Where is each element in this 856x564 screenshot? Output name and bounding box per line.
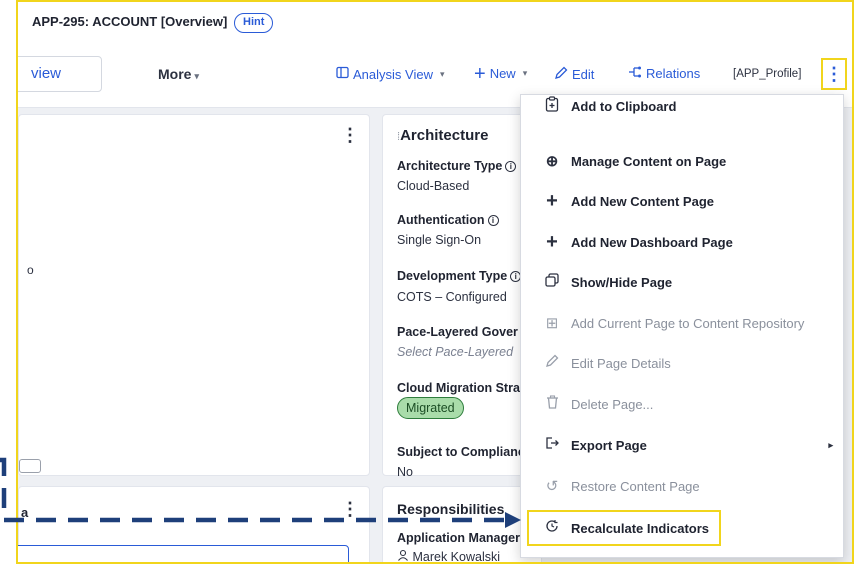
menu-item-label: Restore Content Page bbox=[571, 478, 700, 494]
edit-label: Edit bbox=[572, 67, 595, 82]
cloud-migration-label: Cloud Migration Stra bbox=[397, 381, 520, 395]
menu-item-edit-page-details: Edit Page Details bbox=[521, 346, 843, 380]
architecture-card: ⁞Architecture Architecture Type i Cloud-B… bbox=[382, 114, 542, 479]
more-actions-kebab-button[interactable]: ⋮ bbox=[821, 58, 847, 90]
circle-plus-icon: ⊕ bbox=[545, 153, 559, 170]
card-kebab-icon[interactable]: ⋮ bbox=[341, 125, 359, 146]
export-icon bbox=[543, 436, 561, 454]
relations-icon bbox=[628, 66, 642, 81]
annotation-dashed-arrow bbox=[0, 457, 521, 528]
relations-label: Relations bbox=[646, 66, 701, 81]
menu-item-label: Edit Page Details bbox=[571, 355, 671, 371]
development-type-value: COTS – Configured bbox=[397, 290, 507, 304]
tab-overview-label: view bbox=[31, 65, 62, 82]
migrated-status-badge: Migrated bbox=[397, 397, 464, 419]
recalculate-highlight-box bbox=[527, 510, 721, 546]
application-manager-label: Application Manager bbox=[397, 531, 520, 545]
profile-link[interactable]: [APP_Profile] bbox=[733, 68, 801, 80]
info-icon[interactable]: i bbox=[505, 161, 517, 172]
menu-item-label: Add Current Page to Content Repository bbox=[571, 315, 805, 331]
authentication-value: Single Sign-On bbox=[397, 233, 482, 247]
menu-item-label: Add to Clipboard bbox=[571, 98, 677, 114]
layers-icon bbox=[543, 273, 561, 291]
architecture-card-title: ⁞Architecture bbox=[397, 127, 489, 144]
more-label: More bbox=[158, 66, 192, 82]
relations-button[interactable]: Relations bbox=[628, 66, 700, 81]
square-plus-icon: ⊞ bbox=[545, 315, 559, 332]
menu-item-delete-page: Delete Page... bbox=[521, 387, 843, 421]
menu-item-restore-content-page: ↺ Restore Content Page bbox=[521, 469, 843, 503]
architecture-type-label: Architecture Type i bbox=[397, 159, 517, 173]
menu-item-show-hide-page[interactable]: Show/Hide Page bbox=[521, 265, 843, 299]
chevron-down-icon: ▾ bbox=[522, 68, 528, 78]
plus-icon: + bbox=[474, 62, 486, 85]
plus-icon: + bbox=[546, 189, 558, 212]
chevron-down-icon: ▾ bbox=[439, 68, 445, 79]
title-bar: APP-295: ACCOUNT [Overview] Hint bbox=[18, 2, 852, 42]
menu-item-add-dashboard-page[interactable]: + Add New Dashboard Page bbox=[521, 225, 843, 259]
pencil-icon bbox=[543, 354, 561, 372]
analysis-view-label: Analysis View bbox=[353, 66, 433, 82]
left-content-card: ⋮ o bbox=[18, 114, 370, 476]
new-button[interactable]: + New ▾ bbox=[474, 62, 528, 85]
menu-item-label: Manage Content on Page bbox=[571, 153, 727, 169]
menu-item-add-to-clipboard[interactable]: Add to Clipboard bbox=[521, 89, 843, 123]
menu-item-add-to-repository: ⊞ Add Current Page to Content Repository bbox=[521, 306, 843, 340]
page-actions-menu: Add to Clipboard ⊕ Manage Content on Pag… bbox=[520, 94, 844, 558]
menu-item-manage-content[interactable]: ⊕ Manage Content on Page bbox=[521, 144, 843, 178]
hint-button[interactable]: Hint bbox=[234, 13, 274, 33]
menu-item-export-page[interactable]: Export Page ▸ bbox=[521, 428, 843, 462]
menu-item-label: Show/Hide Page bbox=[571, 274, 673, 290]
chevron-down-icon: ▾ bbox=[194, 71, 199, 81]
page-title: APP-295: ACCOUNT [Overview] bbox=[32, 14, 228, 29]
authentication-label: Authentication i bbox=[397, 213, 499, 227]
analysis-view-button[interactable]: Analysis View ▾ bbox=[336, 66, 445, 82]
menu-item-label: Add New Dashboard Page bbox=[571, 234, 733, 250]
left-card-text-fragment: o bbox=[27, 263, 34, 277]
panel-icon bbox=[336, 66, 349, 82]
menu-item-label: Add New Content Page bbox=[571, 193, 715, 209]
new-label: New bbox=[489, 66, 516, 81]
application-manager-value[interactable]: Marek Kowalski bbox=[397, 549, 500, 562]
trash-icon bbox=[543, 395, 561, 413]
tab-overview[interactable]: view bbox=[18, 56, 102, 92]
chevron-right-icon: ▸ bbox=[828, 439, 833, 450]
development-type-label: Development Type i bbox=[397, 269, 522, 283]
info-icon[interactable]: i bbox=[487, 215, 499, 226]
pace-layered-value[interactable]: Select Pace-Layered bbox=[397, 345, 513, 359]
pace-layered-label: Pace-Layered Gover bbox=[397, 325, 518, 339]
kebab-icon: ⋮ bbox=[825, 63, 843, 84]
edit-button[interactable]: Edit bbox=[554, 66, 594, 83]
plus-icon: + bbox=[546, 230, 558, 253]
menu-item-label: Export Page bbox=[571, 437, 647, 453]
restore-icon: ↺ bbox=[545, 478, 559, 495]
left-bottom-input[interactable] bbox=[18, 545, 349, 562]
clipboard-plus-icon bbox=[543, 96, 561, 116]
menu-item-label: Delete Page... bbox=[571, 396, 654, 412]
more-dropdown-button[interactable]: More ▾ bbox=[158, 66, 199, 82]
pencil-icon bbox=[554, 66, 568, 83]
architecture-type-value: Cloud-Based bbox=[397, 179, 470, 193]
user-icon bbox=[397, 549, 412, 562]
menu-item-add-content-page[interactable]: + Add New Content Page bbox=[521, 184, 843, 218]
